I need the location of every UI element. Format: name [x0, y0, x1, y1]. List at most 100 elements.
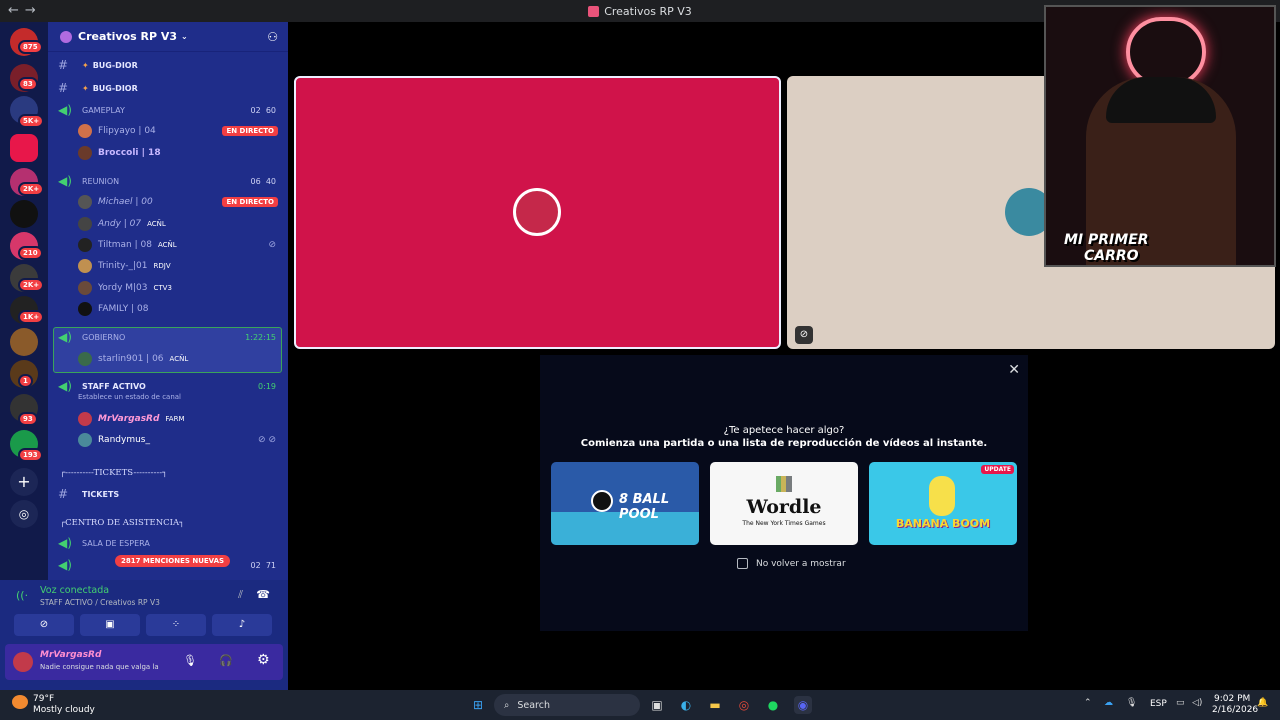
notification-bell-icon[interactable]: 🔔 [1257, 698, 1268, 708]
add-member-icon[interactable]: ⚇ [267, 30, 278, 44]
start-icon[interactable]: ⊞ [469, 696, 487, 714]
channel-label: BUG-DIOR [92, 83, 138, 93]
weather-temp[interactable]: 79°F [33, 694, 54, 704]
camera-button[interactable]: ⊘ [14, 614, 74, 636]
screen-share-button[interactable]: ▣ [80, 614, 140, 636]
deafened-icon: ⊘ [795, 326, 813, 344]
task-view-icon[interactable]: ▣ [648, 696, 666, 714]
discover-icon[interactable]: ◎ [10, 500, 38, 528]
activities-button[interactable]: ⁘ [146, 614, 206, 636]
disconnect-icon[interactable]: ☎ [256, 588, 270, 601]
taskbar-search[interactable]: ⌕ Search [494, 694, 640, 716]
channel-status[interactable]: Establece un estado de canal [48, 390, 288, 404]
nav-arrows-icon[interactable]: ←→ [8, 3, 42, 18]
voice-user[interactable]: MrVargasRd FARM [48, 409, 288, 429]
hash-icon: # [58, 487, 69, 501]
microphone-icon[interactable]: 🎙 [183, 654, 197, 667]
activity-card-banana[interactable]: BANANA BOOM UPDATE [869, 462, 1017, 545]
category-centro[interactable]: ┌CENTRO DE ASISTENCIA┐ [60, 518, 184, 528]
voice-user[interactable]: Yordy M|03 CTV3 [48, 278, 288, 298]
server-header[interactable]: Creativos RP V3 ⌄ ⚇ [48, 22, 288, 52]
chevron-up-icon[interactable]: ⌃ [1084, 698, 1092, 708]
discord-app-icon [588, 5, 600, 17]
voice-channel-name[interactable]: STAFF ACTIVO / Creativos RP V3 [40, 598, 160, 607]
category-tickets[interactable]: ┌----------TICKETS----------┐ [60, 468, 167, 478]
voice-user[interactable]: Flipyayo | 04 EN DIRECTO [48, 121, 288, 141]
participant-tile[interactable] [294, 76, 781, 349]
server-icon[interactable] [10, 200, 38, 228]
stream-caption-1: MI PRIMER [1064, 232, 1149, 248]
microphone-icon[interactable]: 🎙 [1126, 698, 1137, 708]
clock-time[interactable]: 9:02 PM [1214, 694, 1250, 704]
channel-tickets[interactable]: # TICKETS [48, 484, 288, 504]
voice-user[interactable]: Andy | 07 ACÑL [48, 214, 288, 234]
edge-icon[interactable]: ◐ [677, 696, 695, 714]
server-icon[interactable] [10, 134, 38, 162]
checkbox[interactable] [737, 558, 748, 569]
channel-bug-dior[interactable]: # ✦ BUG-DIOR [48, 55, 288, 75]
weather-icon[interactable] [12, 695, 28, 709]
clock-date[interactable]: 2/16/2026 [1212, 705, 1258, 715]
avatar [78, 412, 92, 426]
settings-gear-icon[interactable]: ⚙ [257, 652, 270, 668]
avatar [78, 433, 92, 447]
channel-bug-dior-2[interactable]: # ✦ BUG-DIOR [48, 78, 288, 98]
channel-label: GAMEPLAY [82, 105, 125, 115]
headphones-icon[interactable]: 🎧 [219, 654, 233, 667]
discord-icon[interactable]: ◉ [794, 696, 812, 714]
voice-channel-gameplay[interactable]: ◀) GAMEPLAY 02 60 [48, 100, 288, 120]
channel-label: TICKETS [82, 489, 120, 499]
onedrive-icon[interactable]: ☁ [1104, 698, 1113, 708]
avatar [78, 302, 92, 316]
user-name: Yordy M|03 [98, 283, 148, 293]
voice-channel-reunion[interactable]: ◀) REUNION 06 40 [48, 171, 288, 191]
voice-user[interactable]: Trinity-_|01 RDJV [48, 256, 288, 276]
checkbox-label: No volver a mostrar [756, 558, 846, 569]
signal-icon[interactable]: ((· [16, 589, 28, 602]
server-badge: 93 [18, 412, 38, 426]
voice-user[interactable]: Broccoli | 18 [48, 143, 288, 163]
voice-channel-gobierno[interactable]: ◀) GOBIERNO 1:22:15 [48, 327, 288, 347]
dont-show-again[interactable]: No volver a mostrar [737, 558, 846, 569]
new-mentions-pill[interactable]: 2817 MENCIONES NUEVAS [115, 555, 231, 567]
activity-card-8ball[interactable]: 8 BALL POOL [551, 462, 699, 545]
role-tag: CTV3 [153, 284, 172, 292]
user-name: Broccoli | 18 [98, 148, 161, 158]
server-name: Creativos RP V3 [78, 30, 178, 43]
avatar[interactable] [13, 652, 33, 672]
speaker-icon: ◀) [58, 558, 72, 572]
file-explorer-icon[interactable]: ▬ [706, 696, 724, 714]
server-icon[interactable] [10, 328, 38, 356]
voice-user[interactable]: Randymus_ ⊘ ⊘ [48, 430, 288, 450]
game-title: BANANA BOOM [895, 517, 991, 530]
noise-icon[interactable]: ⫽ [238, 588, 243, 602]
soundboard-button[interactable]: ♪ [212, 614, 272, 636]
user-name: MrVargasRd [98, 414, 160, 424]
hash-icon: # [58, 81, 69, 95]
voice-timer: 1:22:15 [245, 332, 276, 342]
voice-user[interactable]: FAMILY | 08 [48, 299, 288, 319]
close-icon[interactable]: ✕ [1008, 362, 1020, 378]
spotify-icon[interactable]: ● [764, 696, 782, 714]
chrome-icon[interactable]: ◎ [735, 696, 753, 714]
server-badge: 5K+ [18, 114, 45, 128]
user-name: Andy | 07 [98, 219, 142, 229]
voice-user[interactable]: Michael | 00 EN DIRECTO [48, 192, 288, 212]
voice-user[interactable]: Tiltman | 08 ACÑL ⊘ [48, 235, 288, 255]
volume-icon[interactable]: ◁) [1192, 698, 1202, 708]
weather-desc[interactable]: Mostly cloudy [33, 705, 95, 715]
voice-status: Voz conectada [40, 585, 110, 596]
voice-channel-sala[interactable]: ◀) SALA DE ESPERA [48, 533, 288, 553]
activity-card-wordle[interactable]: Wordle The New York Times Games [710, 462, 858, 545]
cap-shape [1106, 77, 1216, 123]
network-icon[interactable]: ▭ [1176, 698, 1185, 708]
user-limit: 06 40 [250, 176, 276, 186]
voice-stage: ⊘ MI PRIMER CARRO ✕ ¿Te apetece hacer al… [288, 5, 1280, 690]
star-icon: ✦ [82, 83, 89, 93]
language-indicator[interactable]: ESP [1150, 699, 1167, 709]
muted-icon: ⊘ ⊘ [258, 435, 276, 445]
voice-user[interactable]: starlin901 | 06 ACÑL [48, 349, 288, 369]
hash-icon: # [58, 58, 69, 72]
update-badge: UPDATE [981, 465, 1014, 474]
add-server-icon[interactable]: + [10, 468, 38, 496]
